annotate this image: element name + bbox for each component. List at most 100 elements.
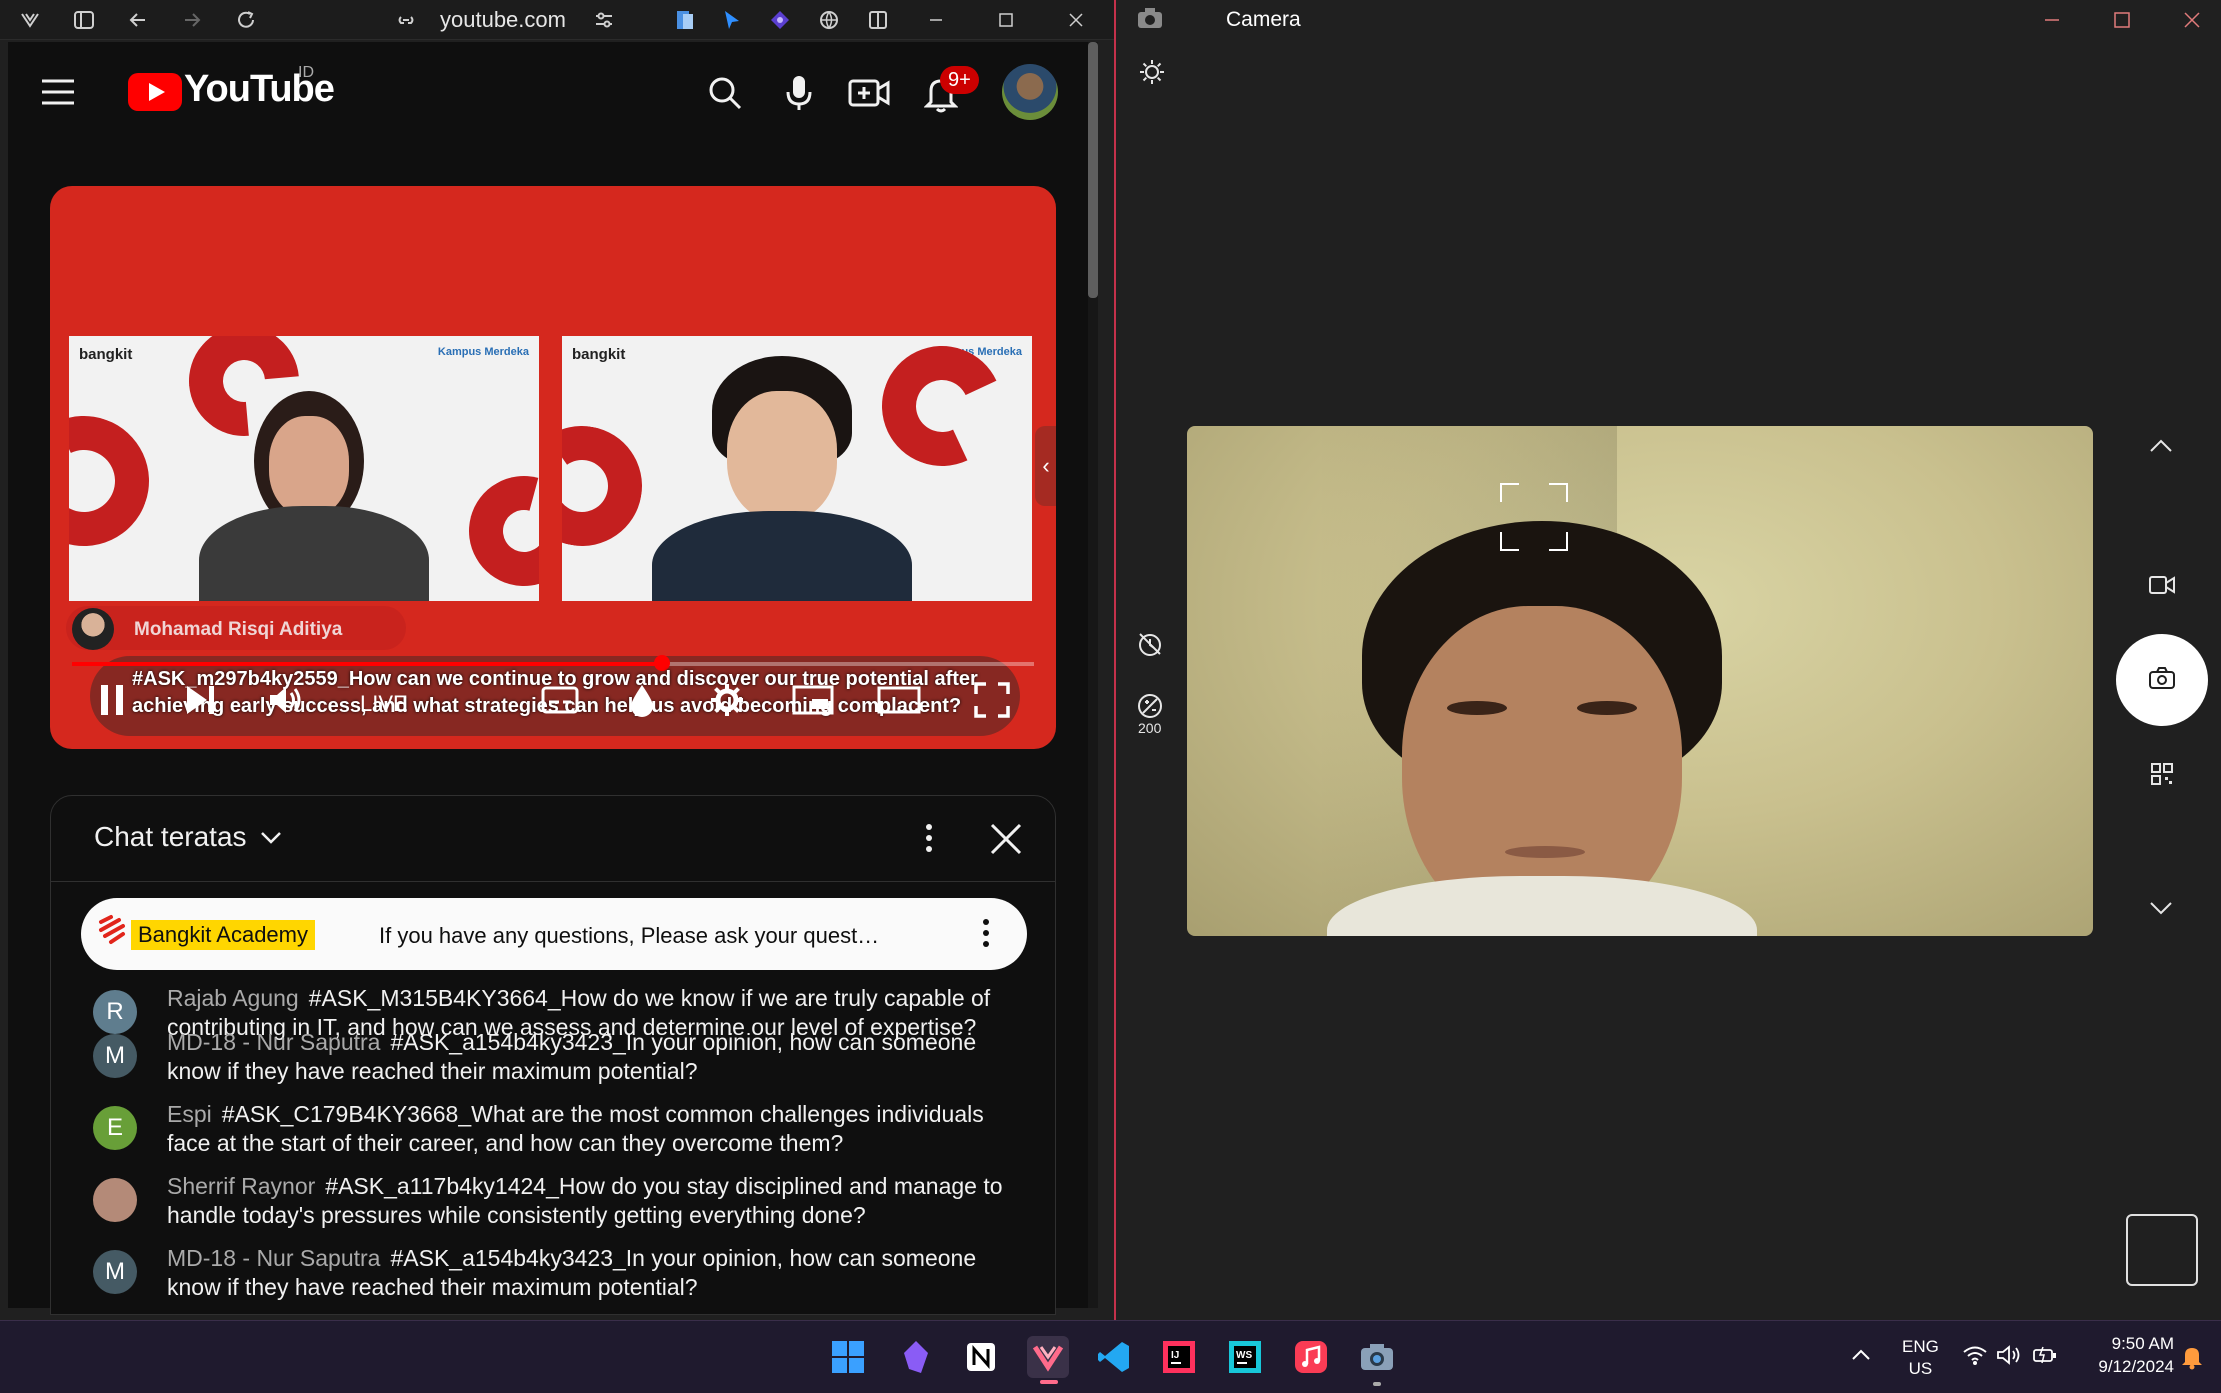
pinned-author-badge[interactable]: Bangkit Academy (131, 920, 315, 950)
last-capture-thumbnail[interactable] (2126, 1214, 2198, 1286)
chat-author[interactable]: MD-18 - Nur Saputra (167, 1029, 380, 1055)
bangkit-logo-icon (97, 914, 133, 950)
system-clock[interactable]: 9:50 AM 9/12/2024 (2074, 1332, 2174, 1378)
chat-more-options-icon[interactable] (923, 822, 943, 858)
volume-icon[interactable] (264, 680, 308, 720)
browser-logo-icon[interactable] (16, 6, 44, 34)
chevron-down-icon[interactable] (259, 830, 285, 850)
arc-browser-app-icon[interactable] (1027, 1336, 1069, 1378)
camera-close-icon[interactable] (2180, 8, 2210, 32)
chat-avatar[interactable]: M (93, 1250, 137, 1294)
video-mode-icon[interactable] (2148, 574, 2178, 602)
camera-minimize-icon[interactable] (2040, 8, 2070, 32)
microphone-icon[interactable] (778, 72, 820, 114)
chat-author[interactable]: Sherrif Raynor (167, 1173, 315, 1199)
camera-maximize-icon[interactable] (2110, 8, 2140, 32)
volume-tray-icon[interactable] (1996, 1344, 2024, 1368)
speaker-woman-face (269, 416, 349, 516)
pause-icon[interactable] (92, 680, 132, 720)
video-panel-left: bangkit Kampus Merdeka (69, 336, 539, 601)
subject-right-eye (1577, 701, 1637, 715)
music-app-icon[interactable] (1290, 1336, 1332, 1378)
webstorm-app-icon[interactable]: WS (1224, 1336, 1266, 1378)
fullscreen-icon[interactable] (970, 680, 1014, 720)
chat-avatar[interactable]: E (93, 1106, 137, 1150)
svg-text:WS: WS (1236, 1350, 1252, 1361)
chat-author[interactable]: Espi (167, 1101, 212, 1127)
youtube-logo-icon[interactable] (128, 73, 182, 111)
battery-icon[interactable] (2032, 1344, 2060, 1368)
pinned-more-options-icon[interactable] (981, 916, 995, 952)
search-icon[interactable] (704, 72, 746, 114)
theater-mode-icon[interactable] (876, 680, 922, 720)
show-hidden-icons-chevron-icon[interactable] (1850, 1348, 1874, 1368)
speaker-avatar (72, 608, 114, 650)
forward-arrow-icon[interactable] (178, 6, 206, 34)
account-avatar[interactable] (1002, 64, 1058, 120)
page-scrollbar-thumb[interactable] (1088, 42, 1098, 298)
chat-message-text: MD-18 - Nur Saputra #ASK_a154b4ky3423_In … (167, 1028, 1007, 1086)
video-player[interactable]: bangkit Kampus Merdeka bangkit Kampus Me… (50, 186, 1056, 749)
page-settings-icon[interactable] (590, 6, 618, 34)
extension-gem-icon[interactable] (766, 6, 794, 34)
close-window-icon[interactable] (1062, 6, 1090, 34)
qr-code-mode-icon[interactable] (2150, 762, 2178, 790)
intellij-app-icon[interactable]: IJ (1158, 1336, 1200, 1378)
create-video-icon[interactable] (846, 72, 892, 114)
notification-center-bell-icon[interactable] (2180, 1344, 2206, 1370)
wifi-icon[interactable] (1962, 1344, 1990, 1368)
menu-hamburger-icon[interactable] (38, 74, 78, 110)
miniplayer-icon[interactable] (790, 680, 836, 720)
close-chat-icon[interactable] (989, 822, 1025, 858)
active-app-indicator (1040, 1380, 1058, 1384)
chat-avatar[interactable]: R (93, 990, 137, 1034)
photo-timer-icon[interactable] (1136, 630, 1166, 660)
sidebar-toggle-icon[interactable] (70, 6, 98, 34)
split-view-icon[interactable] (864, 6, 892, 34)
panel-brand-label: bangkit (572, 346, 626, 363)
language-code: ENG (1902, 1337, 1939, 1356)
extension-cursor-icon[interactable] (718, 6, 746, 34)
input-language-indicator[interactable]: ENG US (1902, 1336, 1939, 1380)
chat-avatar[interactable]: M (93, 1034, 137, 1078)
mode-up-chevron-icon[interactable] (2148, 438, 2176, 464)
chat-avatar[interactable] (93, 1178, 137, 1222)
vscode-app-icon[interactable] (1093, 1336, 1135, 1378)
pinned-message-text: If you have any questions, Please ask yo… (379, 923, 880, 948)
reload-icon[interactable] (232, 6, 260, 34)
minimize-icon[interactable] (922, 6, 950, 34)
obsidian-app-icon[interactable] (895, 1336, 937, 1378)
brightness-icon[interactable] (1136, 692, 1166, 722)
subject-left-eye (1447, 701, 1507, 715)
notification-count-badge: 9+ (940, 66, 979, 94)
maximize-icon[interactable] (992, 6, 1020, 34)
captions-icon[interactable] (538, 680, 582, 720)
panel-expand-chevron-icon[interactable]: ‹ (1035, 426, 1056, 506)
chat-author[interactable]: Rajab Agung (167, 985, 299, 1011)
photo-camera-icon (2148, 666, 2178, 694)
country-code: ID (298, 64, 314, 81)
camera-taskbar-icon[interactable] (1356, 1336, 1398, 1378)
next-video-icon[interactable] (180, 680, 220, 720)
chat-author[interactable]: MD-18 - Nur Saputra (167, 1245, 380, 1271)
notion-app-icon[interactable] (960, 1336, 1002, 1378)
ambient-drop-icon[interactable] (622, 680, 662, 720)
extension-docs-icon[interactable] (671, 6, 699, 34)
address-bar-url[interactable]: youtube.com (440, 7, 566, 33)
speaker-man-body (652, 511, 912, 601)
mode-down-chevron-icon[interactable] (2148, 900, 2176, 926)
clock-date: 9/12/2024 (2098, 1357, 2174, 1376)
video-panel-right: bangkit Kampus Merdeka (562, 336, 1032, 601)
back-arrow-icon[interactable] (124, 6, 152, 34)
camera-preview[interactable] (1187, 426, 2093, 936)
live-indicator[interactable]: LIVE (360, 691, 408, 717)
site-info-icon[interactable] (392, 6, 420, 34)
translate-globe-icon[interactable] (815, 6, 843, 34)
start-windows-icon[interactable] (827, 1336, 869, 1378)
camera-settings-gear-icon[interactable] (1138, 58, 1168, 88)
chat-mode-dropdown[interactable]: Chat teratas (94, 821, 247, 853)
live-chat-panel: Chat teratas R Rajab Agung #ASK_M315B4KY3… (50, 795, 1056, 1315)
keyboard-layout: US (1908, 1359, 1933, 1378)
settings-gear-icon[interactable] (705, 680, 749, 720)
focus-frame-icon (1499, 482, 1569, 552)
